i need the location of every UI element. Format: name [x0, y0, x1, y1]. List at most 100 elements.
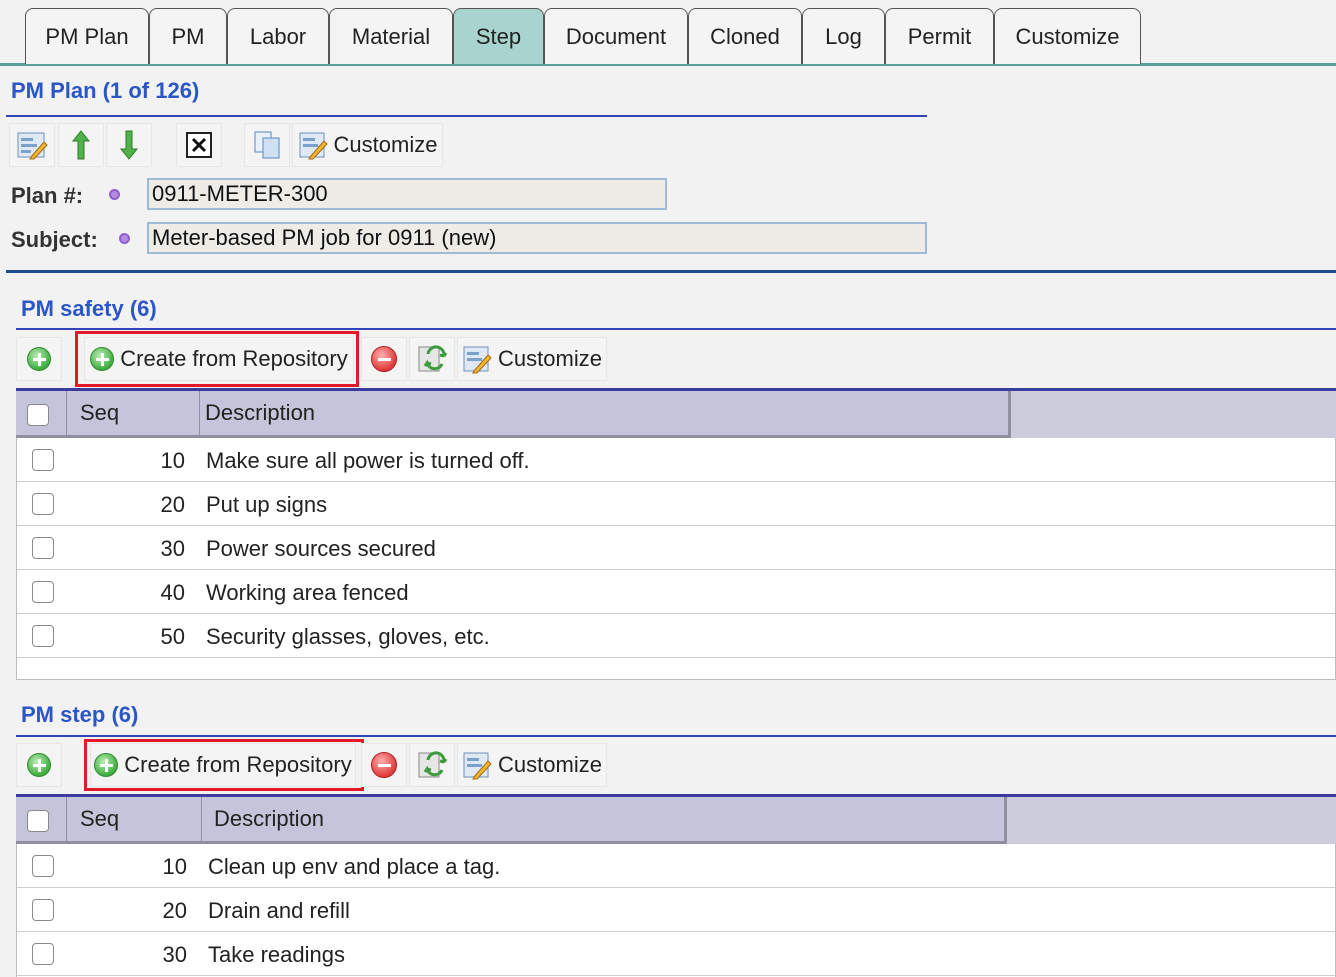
add-icon — [94, 753, 119, 777]
customize-icon — [463, 346, 492, 374]
description-cell: Put up signs — [206, 492, 328, 517]
table-row[interactable]: 30 Take readings — [17, 932, 1335, 976]
table-row[interactable]: 10 Clean up env and place a tag. — [17, 844, 1335, 888]
tab-material[interactable]: Material — [329, 8, 453, 64]
tab-step[interactable]: Step — [453, 8, 544, 64]
tab-labor[interactable]: Labor — [227, 8, 329, 64]
edit-button[interactable] — [9, 123, 55, 167]
row-checkbox[interactable] — [32, 855, 54, 877]
seq-cell: 20 — [160, 492, 185, 517]
required-indicator-icon — [119, 233, 130, 244]
copy-icon — [254, 131, 280, 159]
add-icon — [90, 347, 115, 371]
tab-customize[interactable]: Customize — [994, 8, 1141, 64]
row-checkbox[interactable] — [32, 581, 54, 603]
column-header-seq[interactable]: Seq — [66, 797, 201, 841]
safety-grid-body: 10 Make sure all power is turned off. 20… — [16, 438, 1336, 680]
description-cell: Make sure all power is turned off. — [206, 448, 530, 473]
select-all-checkbox[interactable] — [27, 404, 49, 426]
tab-bar: PM Plan PM Labor Material Step Document … — [0, 0, 1336, 66]
tab-document[interactable]: Document — [544, 8, 688, 64]
move-up-button[interactable] — [58, 123, 104, 167]
tab-label: Document — [565, 24, 667, 49]
description-cell: Power sources secured — [206, 536, 436, 561]
refresh-safety-button[interactable] — [409, 337, 455, 381]
seq-cell: 20 — [162, 898, 187, 923]
add-safety-button[interactable] — [16, 337, 62, 381]
table-row[interactable]: 10 Make sure all power is turned off. — [17, 438, 1335, 482]
add-icon — [27, 753, 51, 777]
remove-icon — [371, 346, 397, 372]
table-row[interactable]: 30 Power sources secured — [17, 526, 1335, 570]
row-checkbox[interactable] — [32, 493, 54, 515]
select-all-checkbox[interactable] — [27, 810, 49, 832]
refresh-icon — [418, 751, 448, 778]
remove-icon — [371, 752, 397, 778]
tab-label: Labor — [249, 24, 307, 49]
close-box-icon — [186, 132, 212, 158]
page-title: PM Plan (1 of 126) — [11, 78, 200, 103]
row-checkbox[interactable] — [32, 943, 54, 965]
delete-record-button[interactable] — [176, 123, 222, 167]
tab-pm-plan[interactable]: PM Plan — [25, 8, 149, 64]
section-divider — [6, 270, 1336, 273]
tab-label: PM — [171, 24, 205, 49]
remove-step-button[interactable] — [361, 743, 407, 787]
tab-pm[interactable]: PM — [149, 8, 227, 64]
add-step-button[interactable] — [16, 743, 62, 787]
customize-safety-button[interactable]: Customize — [457, 337, 607, 381]
description-cell: Security glasses, gloves, etc. — [206, 624, 490, 649]
tab-label: PM Plan — [45, 24, 129, 49]
seq-cell: 10 — [160, 448, 185, 473]
customize-step-button[interactable]: Customize — [457, 743, 607, 787]
title-rule — [16, 328, 1336, 330]
tab-label: Material — [351, 24, 431, 49]
table-row[interactable]: 20 Put up signs — [17, 482, 1335, 526]
required-indicator-icon — [109, 189, 120, 200]
arrow-up-icon — [71, 130, 91, 160]
row-checkbox[interactable] — [32, 537, 54, 559]
refresh-step-button[interactable] — [409, 743, 455, 787]
refresh-icon — [418, 345, 448, 372]
plan-number-label: Plan #: — [11, 183, 84, 208]
row-checkbox[interactable] — [32, 899, 54, 921]
table-row[interactable]: 40 Working area fenced — [17, 570, 1335, 614]
tab-cloned[interactable]: Cloned — [688, 8, 802, 64]
customize-button[interactable]: Customize — [292, 123, 443, 167]
create-from-repository-button[interactable]: Create from Repository — [90, 743, 356, 787]
tab-permit[interactable]: Permit — [885, 8, 994, 64]
column-label: Seq — [80, 806, 120, 831]
move-down-button[interactable] — [106, 123, 152, 167]
step-grid-header: Seq Description — [16, 794, 1336, 844]
table-row[interactable]: 20 Drain and refill — [17, 888, 1335, 932]
remove-safety-button[interactable] — [361, 337, 407, 381]
column-header-seq[interactable]: Seq — [66, 391, 199, 435]
row-checkbox[interactable] — [32, 625, 54, 647]
copy-button[interactable] — [244, 123, 290, 167]
seq-cell: 30 — [160, 536, 185, 561]
pm-safety-title: PM safety (6) — [21, 296, 157, 321]
description-cell: Take readings — [208, 942, 345, 967]
tab-label: Log — [825, 24, 862, 49]
table-row[interactable]: 50 Security glasses, gloves, etc. — [17, 614, 1335, 658]
row-checkbox[interactable] — [32, 449, 54, 471]
column-header-description[interactable]: Description — [201, 797, 1004, 841]
column-label: Seq — [80, 400, 120, 425]
column-header-description[interactable]: Description — [199, 391, 1008, 435]
seq-cell: 40 — [160, 580, 185, 605]
customize-label: Customize — [333, 132, 438, 157]
subject-field[interactable] — [147, 222, 927, 254]
seq-cell: 30 — [162, 942, 187, 967]
create-from-repository-button[interactable]: Create from Repository — [84, 337, 354, 381]
customize-label: Customize — [498, 346, 602, 371]
tab-label: Customize — [1015, 24, 1120, 49]
plan-number-field[interactable] — [147, 178, 667, 210]
pm-step-title: PM step (6) — [21, 702, 139, 727]
customize-label: Customize — [498, 752, 602, 777]
tab-label: Permit — [907, 24, 972, 49]
title-rule — [16, 735, 1336, 737]
customize-icon — [299, 132, 328, 160]
seq-cell: 10 — [162, 854, 187, 879]
create-from-repository-label: Create from Repository — [120, 346, 348, 371]
tab-log[interactable]: Log — [802, 8, 885, 64]
